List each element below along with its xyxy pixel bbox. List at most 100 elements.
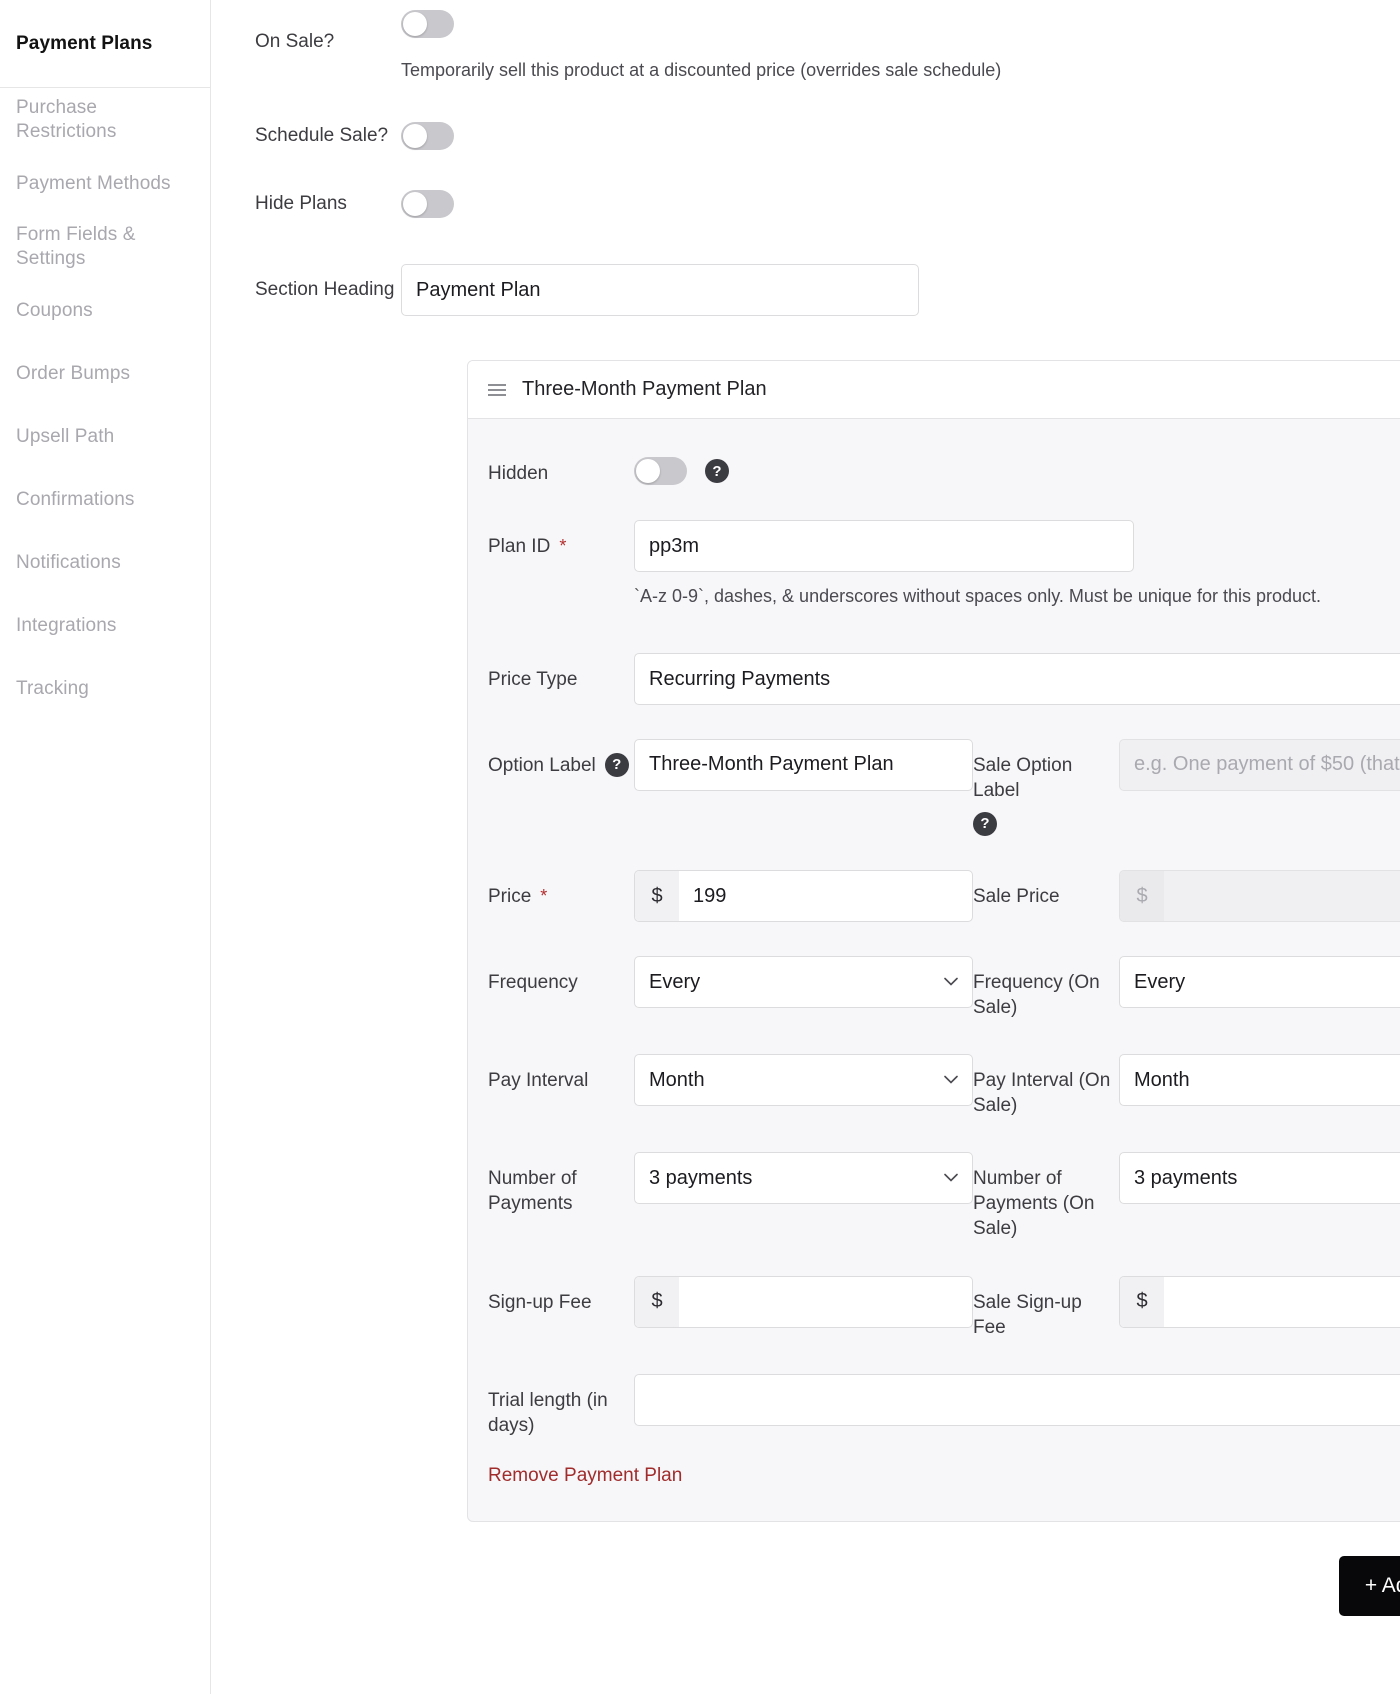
price-type-select[interactable]: Recurring Payments	[634, 652, 1400, 705]
frequency-label: Frequency	[488, 972, 578, 994]
sidebar-item-integrations[interactable]: Integrations	[0, 594, 210, 657]
sidebar-item-label: Confirmations	[16, 488, 135, 510]
section-heading-input[interactable]	[401, 264, 919, 317]
main-content: On Sale? Temporarily sell this product a…	[211, 0, 1400, 1694]
trial-length-row: Trial length (in days)	[488, 1373, 1400, 1438]
sale-option-label-help-icon[interactable]: ?	[973, 812, 997, 837]
sidebar-item-label: Payment Methods	[16, 172, 171, 194]
number-of-payments-select[interactable]: 3 payments	[634, 1152, 973, 1205]
option-label-label-wrap: Option Label ?	[488, 739, 634, 778]
sale-settings-block: On Sale? Temporarily sell this product a…	[211, 0, 1400, 317]
sidebar-item-confirmations[interactable]: Confirmations	[0, 468, 210, 531]
schedule-sale-label: Schedule Sale?	[255, 125, 389, 147]
number-of-payments-sale-select[interactable]: 3 payments	[1119, 1152, 1400, 1205]
price-row: Price * $ S	[488, 870, 1400, 923]
sidebar-item-form-fields-settings[interactable]: Form Fields & Settings	[0, 215, 210, 279]
plan-id-hint: `A-z 0-9`, dashes, & underscores without…	[634, 586, 1322, 607]
signup-fee-field: $	[634, 1275, 973, 1328]
hidden-label: Hidden	[488, 463, 549, 485]
pay-interval-select[interactable]: Month	[634, 1054, 973, 1107]
sale-signup-fee-field: $	[1119, 1275, 1400, 1328]
sidebar-item-payment-methods[interactable]: Payment Methods	[0, 152, 210, 215]
frequency-sale-label: Frequency (On Sale)	[973, 972, 1100, 1019]
sidebar-item-order-bumps[interactable]: Order Bumps	[0, 342, 210, 405]
sidebar-item-label: Form Fields & Settings	[16, 224, 136, 269]
section-heading-row: Section Heading	[255, 264, 1400, 317]
add-new-button[interactable]: + Add New	[1338, 1555, 1400, 1616]
pay-interval-label-wrap: Pay Interval	[488, 1054, 634, 1093]
signup-fee-label: Sign-up Fee	[488, 1291, 592, 1313]
payment-plan-card-wrap: Three-Month Payment Plan ▲ Hidden	[211, 360, 1400, 1522]
price-field: $	[634, 870, 973, 923]
sidebar-item-label: Integrations	[16, 614, 117, 636]
remove-payment-plan-link[interactable]: Remove Payment Plan	[488, 1465, 682, 1487]
option-label-input[interactable]	[634, 738, 973, 791]
schedule-sale-toggle[interactable]	[401, 122, 454, 151]
pay-interval-sale-label: Pay Interval (On Sale)	[973, 1070, 1111, 1117]
price-input[interactable]	[679, 871, 972, 922]
pay-interval-sale-select[interactable]: Month	[1119, 1054, 1400, 1107]
drag-handle-icon[interactable]	[488, 383, 506, 396]
payment-plan-card-body: Hidden ? Plan ID * pp3m `A-z 0-9`, dashe…	[468, 419, 1400, 1520]
trial-length-label-wrap: Trial length (in days)	[488, 1374, 634, 1438]
price-label-wrap: Price *	[488, 870, 634, 909]
hide-plans-toggle[interactable]	[401, 190, 454, 219]
sale-price-label-wrap: Sale Price	[973, 870, 1119, 909]
plan-id-row: Plan ID * `A-z 0-9`, dashes, & underscor…	[488, 520, 1400, 608]
hidden-row: Hidden ?	[488, 447, 1400, 486]
toggle-knob	[403, 124, 427, 149]
sale-signup-fee-label-wrap: Sale Sign-up Fee	[973, 1276, 1119, 1340]
plan-id-input[interactable]	[634, 520, 1134, 573]
toggle-knob	[403, 192, 427, 217]
signup-fee-label-wrap: Sign-up Fee	[488, 1276, 634, 1315]
currency-symbol: $	[635, 1276, 679, 1327]
hide-plans-row: Hide Plans	[255, 190, 1400, 219]
sale-price-field: $	[1119, 870, 1400, 923]
signup-fee-row: Sign-up Fee $ Sale Sign-up Fee $	[488, 1275, 1400, 1340]
payment-plans-page: Payment Plans Purchase Restrictions Paym…	[0, 0, 1400, 1694]
hidden-label-wrap: Hidden	[488, 447, 634, 486]
option-label-row: Option Label ? Sale Option Label ?	[488, 738, 1400, 837]
sidebar-item-notifications[interactable]: Notifications	[0, 531, 210, 594]
price-type-row: Price Type Recurring Payments	[488, 652, 1400, 705]
sidebar-item-coupons[interactable]: Coupons	[0, 279, 210, 342]
trial-length-input[interactable]	[634, 1373, 1400, 1426]
frequency-sale-label-wrap: Frequency (On Sale)	[973, 956, 1119, 1020]
on-sale-row: On Sale? Temporarily sell this product a…	[255, 0, 1400, 82]
payment-plan-title: Three-Month Payment Plan	[522, 378, 767, 401]
toggle-knob	[403, 12, 427, 36]
signup-fee-input[interactable]	[679, 1276, 972, 1327]
number-of-payments-row: Number of Payments 3 payments Number of …	[488, 1152, 1400, 1241]
sale-price-input[interactable]	[1164, 871, 1400, 922]
sale-price-label: Sale Price	[973, 886, 1060, 908]
on-sale-toggle[interactable]	[401, 10, 454, 38]
on-sale-label: On Sale?	[255, 31, 335, 52]
sale-option-label-input[interactable]	[1119, 738, 1400, 791]
number-of-payments-label: Number of Payments	[488, 1168, 577, 1215]
frequency-sale-select[interactable]: Every	[1119, 956, 1400, 1009]
frequency-label-wrap: Frequency	[488, 956, 634, 995]
payment-plan-card-header[interactable]: Three-Month Payment Plan ▲	[468, 361, 1400, 420]
sale-signup-fee-input[interactable]	[1164, 1276, 1400, 1327]
toggle-knob	[636, 459, 660, 484]
price-label: Price	[488, 886, 532, 908]
hidden-toggle[interactable]	[634, 457, 687, 486]
sidebar-item-label: Upsell Path	[16, 425, 115, 447]
frequency-select[interactable]: Every	[634, 956, 973, 1009]
schedule-sale-row: Schedule Sale?	[255, 122, 1400, 151]
remove-payment-plan-wrap: Remove Payment Plan	[488, 1465, 1400, 1487]
option-label-help-icon[interactable]: ?	[604, 753, 629, 778]
frequency-row: Frequency Every Frequency (On Sale) Ever…	[488, 956, 1400, 1020]
footer-actions: + Add New	[211, 1522, 1400, 1616]
plan-id-label: Plan ID	[488, 536, 551, 558]
required-asterisk: *	[540, 885, 548, 906]
on-sale-help-text: Temporarily sell this product at a disco…	[401, 60, 1002, 80]
sidebar-item-payment-plans[interactable]: Payment Plans	[0, 0, 210, 88]
sale-option-label-label-wrap: Sale Option Label ?	[973, 739, 1119, 837]
hidden-help-icon[interactable]: ?	[705, 459, 729, 484]
sidebar-item-purchase-restrictions[interactable]: Purchase Restrictions	[0, 88, 210, 152]
sidebar-item-label: Purchase Restrictions	[16, 97, 117, 142]
sidebar-item-tracking[interactable]: Tracking	[0, 657, 210, 720]
sidebar-item-upsell-path[interactable]: Upsell Path	[0, 405, 210, 468]
number-of-payments-sale-label: Number of Payments (On Sale)	[973, 1168, 1095, 1240]
